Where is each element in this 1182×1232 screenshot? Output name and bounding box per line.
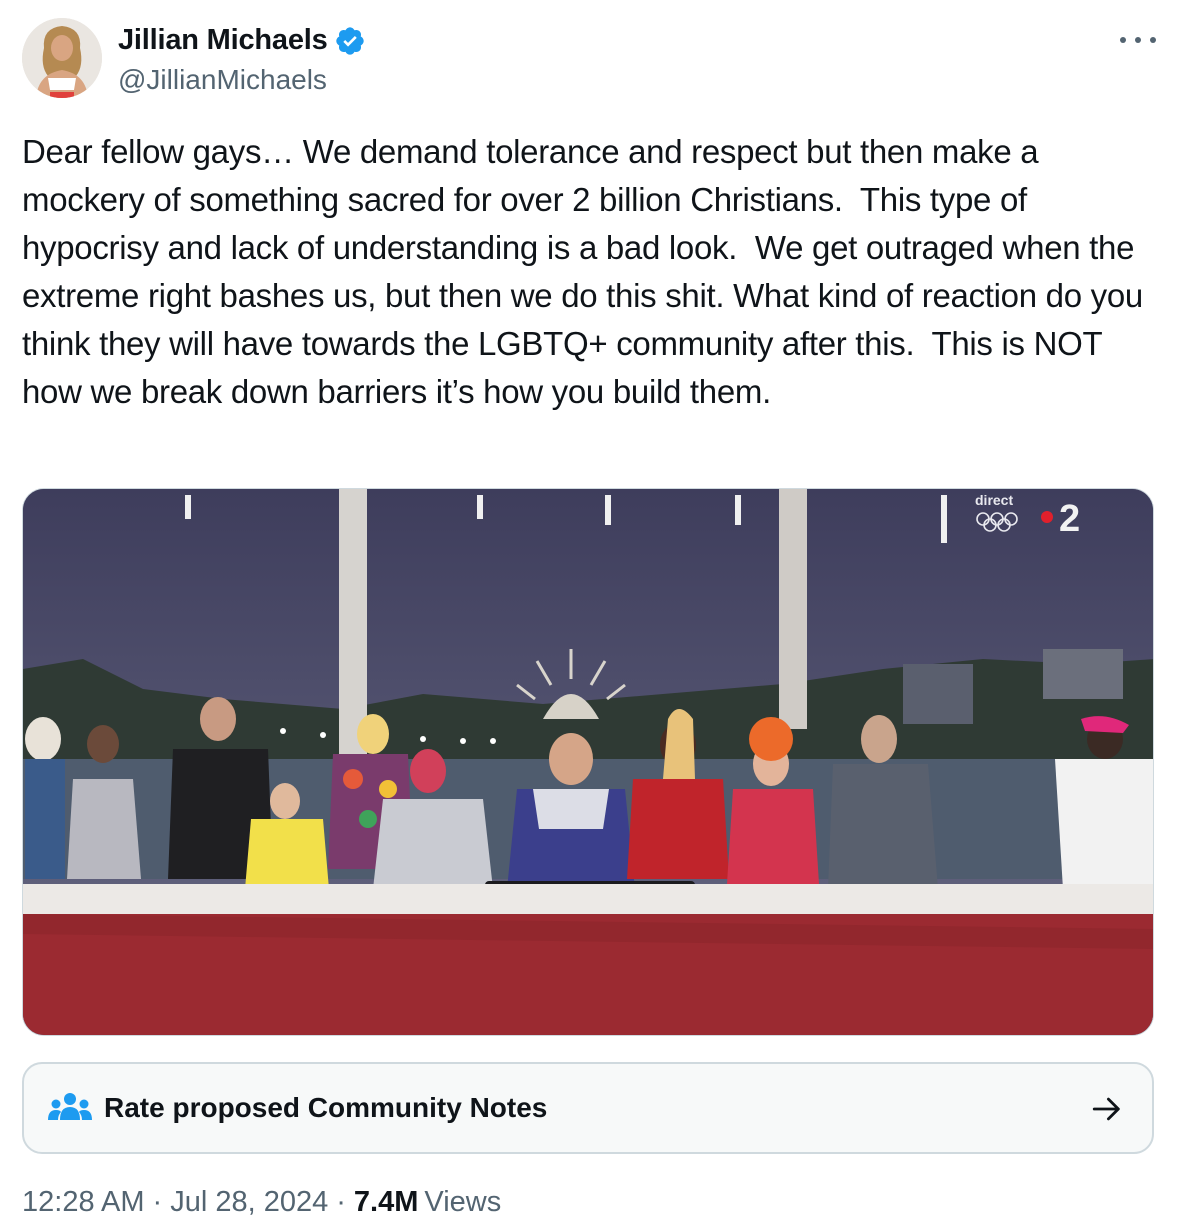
media-photo: direct 2: [23, 489, 1153, 1035]
more-dot-icon: [1135, 37, 1141, 43]
views-count: 7.4M: [353, 1186, 419, 1218]
more-dot-icon: [1150, 37, 1156, 43]
live-dot-icon: [1041, 511, 1053, 523]
views-label: Views: [424, 1186, 502, 1218]
community-notes-label: Rate proposed Community Notes: [104, 1092, 548, 1123]
more-dot-icon: [1120, 37, 1126, 43]
avatar-image: [22, 18, 102, 98]
tweet-time[interactable]: 12:28 AM: [22, 1186, 145, 1219]
tweet-text: Dear fellow gays… We demand tolerance an…: [22, 133, 1152, 410]
author-display-name[interactable]: Jillian Michaels: [118, 24, 328, 57]
author-avatar[interactable]: [22, 18, 102, 98]
tweet-header: Jillian Michaels @JillianMichaels: [22, 18, 1160, 104]
arrow-right-icon: [1092, 1097, 1120, 1121]
broadcast-direct-text: direct: [975, 492, 1013, 508]
meta-separator: ·: [336, 1186, 346, 1218]
people-icon: [48, 1093, 92, 1120]
channel-number: 2: [1059, 498, 1080, 540]
meta-separator: ·: [152, 1186, 163, 1218]
verified-badge-icon[interactable]: [334, 25, 366, 57]
author-name-row[interactable]: Jillian Michaels: [118, 24, 366, 57]
tweet-date[interactable]: Jul 28, 2024: [170, 1186, 328, 1219]
author-handle[interactable]: @JillianMichaels: [118, 64, 327, 96]
community-notes-card[interactable]: Rate proposed Community Notes: [22, 1062, 1154, 1154]
tweet-media-image[interactable]: direct 2: [22, 488, 1154, 1036]
tweet-meta: 12:28 AM · Jul 28, 2024 · 7.4M Views: [22, 1186, 501, 1219]
more-options-button[interactable]: [1120, 28, 1156, 52]
